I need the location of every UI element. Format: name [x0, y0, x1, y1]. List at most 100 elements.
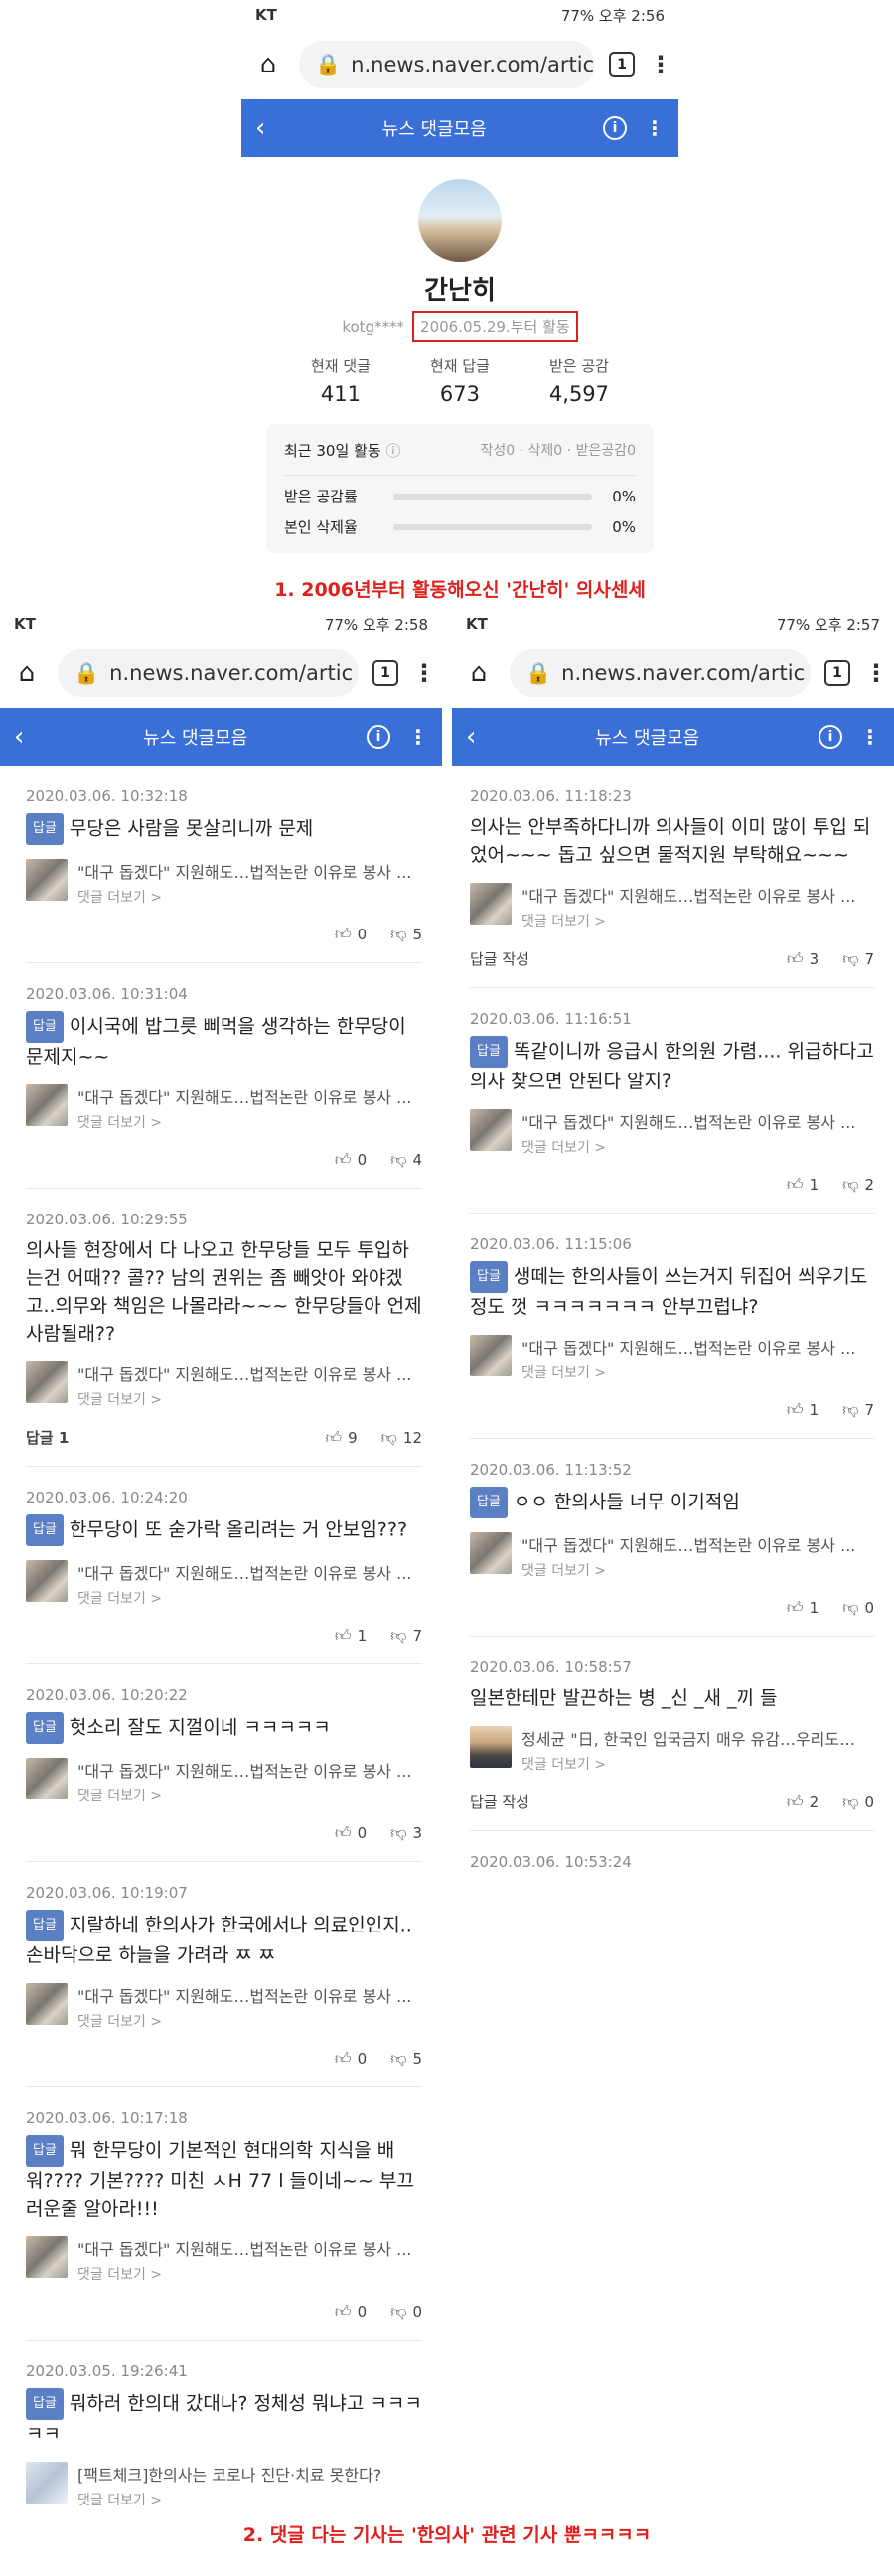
dislike-button[interactable]: 👎︎ 7 — [842, 1400, 874, 1420]
dislike-button[interactable]: 👎︎ 7 — [842, 949, 874, 969]
like-button[interactable]: 👍︎ 0 — [335, 1150, 367, 1170]
menu-icon[interactable]: ⋮ — [864, 659, 888, 687]
comment-item: 2020.03.06. 10:53:24 — [470, 1831, 874, 1880]
more-comments-link[interactable]: 댓글 더보기 > — [522, 1137, 859, 1157]
more-comments-link[interactable]: 댓글 더보기 > — [77, 2011, 415, 2031]
more-comments-link[interactable]: 댓글 더보기 > — [77, 2490, 415, 2509]
page-title: 뉴스 댓글모음 — [381, 119, 487, 140]
reply-tag: 답글 — [26, 1514, 64, 1546]
more-icon[interactable]: ⋮ — [645, 116, 665, 140]
home-icon[interactable]: ⌂ — [462, 656, 496, 690]
browser-bar: ⌂ 🔒 n.news.naver.com/artic 1 ⋮ — [0, 639, 442, 708]
dislike-button[interactable]: 👎︎ 7 — [390, 1626, 422, 1646]
recent-counts: 작성0 · 삭제0 · 받은공감0 — [480, 443, 636, 459]
home-icon[interactable]: ⌂ — [251, 48, 285, 81]
like-button[interactable]: 👍︎ 9 — [325, 1428, 357, 1448]
like-button[interactable]: 👍︎ 0 — [335, 1823, 367, 1843]
article-link[interactable]: 정세균 "日, 한국인 입국금지 매우 유감…우리도 ... 댓글 더보기 > — [470, 1726, 874, 1774]
article-title: "대구 돕겠다" 지원해도…법적논란 이유로 봉사 ... — [522, 1113, 856, 1132]
dislike-button[interactable]: 👎︎ 0 — [842, 1598, 874, 1618]
reply-tag: 답글 — [26, 813, 64, 845]
like-button[interactable]: 👍︎ 0 — [335, 2049, 367, 2069]
comment-date: 2020.03.06. 10:29:55 — [26, 1211, 188, 1228]
article-link[interactable]: "대구 돕겠다" 지원해도…법적논란 이유로 봉사 ... 댓글 더보기 > — [470, 1532, 874, 1580]
article-link[interactable]: "대구 돕겠다" 지원해도…법적논란 이유로 봉사 ... 댓글 더보기 > — [26, 1361, 422, 1409]
article-link[interactable]: "대구 돕겠다" 지원해도…법적논란 이유로 봉사 ... 댓글 더보기 > — [470, 883, 874, 930]
article-link[interactable]: "대구 돕겠다" 지원해도…법적논란 이유로 봉사 ... 댓글 더보기 > — [26, 1758, 422, 1805]
more-comments-link[interactable]: 댓글 더보기 > — [77, 1389, 415, 1409]
info-icon[interactable]: i — [603, 116, 627, 140]
article-link[interactable]: "대구 돕겠다" 지원해도…법적논란 이유로 봉사 ... 댓글 더보기 > — [470, 1335, 874, 1382]
left-screenshot: KT 77% 오후 2:58 ⌂ 🔒 n.news.naver.com/artic… — [0, 609, 442, 2515]
dislike-button[interactable]: 👎︎ 2 — [842, 1175, 874, 1195]
url-field[interactable]: 🔒 n.news.naver.com/artic — [299, 41, 595, 88]
url-field[interactable]: 🔒 n.news.naver.com/artic — [58, 649, 359, 697]
help-icon: ⓘ — [385, 442, 401, 460]
comment-footer: 👍︎ 1 👎︎ 7 — [470, 1400, 874, 1420]
more-comments-link[interactable]: 댓글 더보기 > — [522, 1362, 859, 1382]
info-icon[interactable]: i — [367, 725, 390, 749]
info-icon[interactable]: i — [819, 725, 842, 749]
like-button[interactable]: 👍︎ 0 — [335, 2302, 367, 2322]
dislike-button[interactable]: 👎︎ 3 — [390, 1823, 422, 1843]
like-button[interactable]: 👍︎ 0 — [335, 925, 367, 944]
more-comments-link[interactable]: 댓글 더보기 > — [77, 1112, 415, 1132]
article-title: "대구 돕겠다" 지원해도…법적논란 이유로 봉사 ... — [77, 863, 412, 882]
comment-footer: 👍︎ 1 👎︎ 0 — [470, 1598, 874, 1618]
tabs-button[interactable]: 1 — [824, 660, 850, 686]
tabs-button[interactable]: 1 — [609, 52, 635, 77]
menu-icon[interactable]: ⋮ — [649, 51, 672, 78]
article-thumbnail — [470, 1532, 512, 1574]
more-comments-link[interactable]: 댓글 더보기 > — [77, 1786, 415, 1805]
more-comments-link[interactable]: 댓글 더보기 > — [77, 2264, 415, 2284]
article-link[interactable]: "대구 돕겠다" 지원해도…법적논란 이유로 봉사 ... 댓글 더보기 > — [26, 1084, 422, 1132]
like-button[interactable]: 👍︎ 1 — [787, 1175, 819, 1195]
more-icon[interactable]: ⋮ — [860, 725, 880, 749]
comment-footer: 답글 1 👍︎ 9 👎︎ 12 — [26, 1427, 422, 1448]
article-thumbnail — [26, 1084, 68, 1126]
dislike-button[interactable]: 👎︎ 5 — [390, 2049, 422, 2069]
menu-icon[interactable]: ⋮ — [412, 659, 436, 687]
dislike-button[interactable]: 👎︎ 0 — [390, 2302, 422, 2322]
like-button[interactable]: 👍︎ 2 — [787, 1792, 819, 1812]
more-icon[interactable]: ⋮ — [408, 725, 428, 749]
article-link[interactable]: [팩트체크]한의사는 코로나 진단·치료 못한다? 댓글 더보기 > — [26, 2462, 422, 2509]
article-title: "대구 돕겠다" 지원해도…법적논란 이유로 봉사 ... — [77, 1762, 412, 1781]
like-button[interactable]: 👍︎ 1 — [787, 1400, 819, 1420]
back-icon[interactable]: ‹ — [466, 722, 476, 752]
article-title: "대구 돕겠다" 지원해도…법적논란 이유로 봉사 ... — [522, 1339, 856, 1358]
url-field[interactable]: 🔒 n.news.naver.com/artic — [510, 649, 811, 697]
recent-activity-box: 최근 30일 활동 ⓘ 작성0 · 삭제0 · 받은공감0 받은 공감률 0% … — [266, 424, 654, 553]
like-button[interactable]: 👍︎ 3 — [787, 949, 819, 969]
user-id: kotg**** — [342, 317, 405, 336]
tabs-button[interactable]: 1 — [372, 660, 398, 686]
more-comments-link[interactable]: 댓글 더보기 > — [77, 1588, 415, 1608]
home-icon[interactable]: ⌂ — [10, 656, 44, 690]
back-icon[interactable]: ‹ — [255, 113, 265, 143]
article-link[interactable]: "대구 돕겠다" 지원해도…법적논란 이유로 봉사 ... 댓글 더보기 > — [26, 859, 422, 907]
article-link[interactable]: "대구 돕겠다" 지원해도…법적논란 이유로 봉사 ... 댓글 더보기 > — [26, 2236, 422, 2284]
dislike-button[interactable]: 👎︎ 4 — [390, 1150, 422, 1170]
article-link[interactable]: "대구 돕겠다" 지원해도…법적논란 이유로 봉사 ... 댓글 더보기 > — [470, 1109, 874, 1157]
comment-text: 답글 ㅇㅇ 한의사들 너무 이기적임 — [470, 1487, 874, 1518]
like-button[interactable]: 👍︎ 1 — [335, 1626, 367, 1646]
thumbs-down-icon: 👎︎ — [390, 2302, 407, 2321]
more-comments-link[interactable]: 댓글 더보기 > — [77, 887, 415, 907]
comment-date: 2020.03.06. 11:13:52 — [470, 1461, 632, 1479]
more-comments-link[interactable]: 댓글 더보기 > — [522, 1560, 859, 1580]
article-thumbnail — [26, 2236, 68, 2278]
dislike-button[interactable]: 👎︎ 12 — [381, 1428, 422, 1448]
like-button[interactable]: 👍︎ 1 — [787, 1598, 819, 1618]
back-icon[interactable]: ‹ — [14, 722, 24, 752]
comment-text: 일본한테만 발끈하는 병 _신 _새 _끼 들 — [470, 1687, 778, 1709]
reply-button[interactable]: 답글 1 — [26, 1427, 69, 1448]
article-link[interactable]: "대구 돕겠다" 지원해도…법적논란 이유로 봉사 ... 댓글 더보기 > — [26, 1983, 422, 2031]
reply-button[interactable]: 답글 작성 — [470, 1791, 529, 1812]
more-comments-link[interactable]: 댓글 더보기 > — [522, 911, 859, 930]
reply-button[interactable]: 답글 작성 — [470, 948, 529, 969]
lock-icon: 🔒 — [74, 660, 100, 685]
more-comments-link[interactable]: 댓글 더보기 > — [522, 1754, 859, 1774]
dislike-button[interactable]: 👎︎ 0 — [842, 1792, 874, 1812]
dislike-button[interactable]: 👎︎ 5 — [390, 925, 422, 944]
article-link[interactable]: "대구 돕겠다" 지원해도…법적논란 이유로 봉사 ... 댓글 더보기 > — [26, 1560, 422, 1608]
